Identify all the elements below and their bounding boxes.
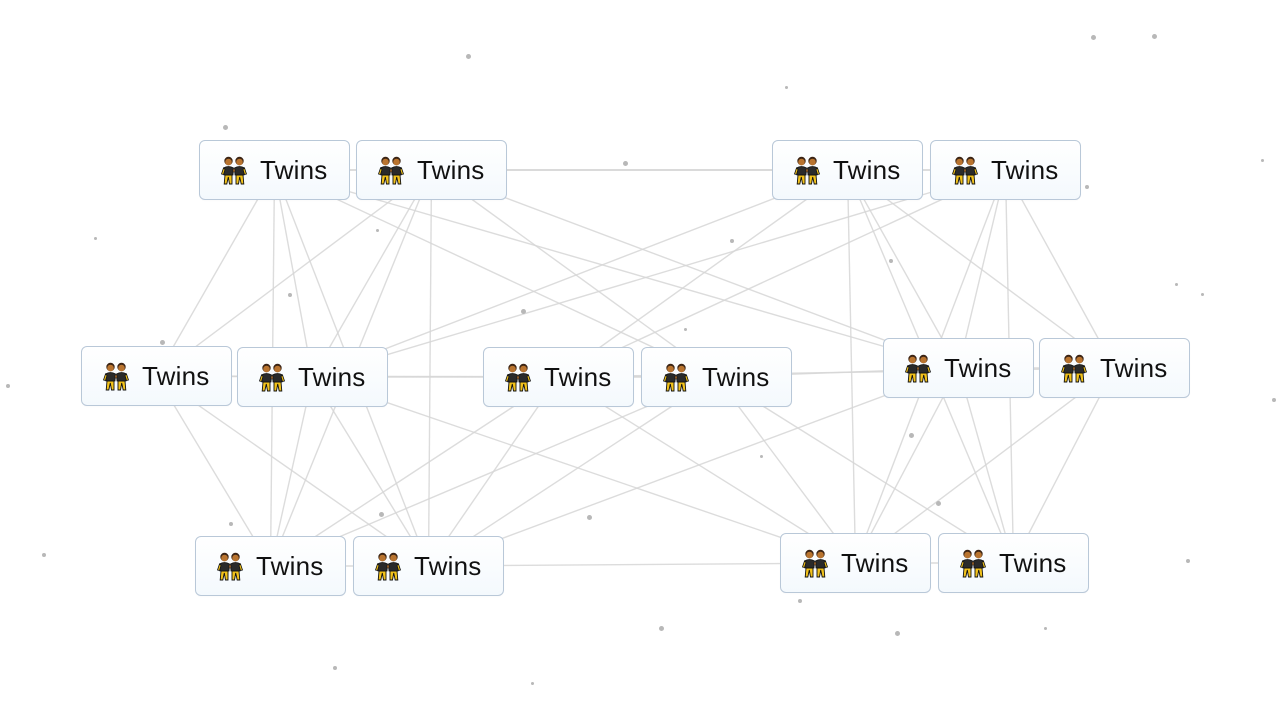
element-tile-twins[interactable]: Twins — [195, 536, 346, 596]
element-tile-twins[interactable]: Twins — [353, 536, 504, 596]
twins-emoji-icon — [377, 156, 405, 185]
background-particle — [375, 228, 379, 232]
background-particle — [333, 666, 337, 670]
background-particle — [1174, 282, 1178, 286]
background-particle — [784, 85, 788, 89]
background-particle — [93, 236, 97, 240]
background-particle — [1043, 626, 1047, 630]
twins-emoji-icon — [102, 362, 130, 391]
element-label: Twins — [417, 154, 485, 185]
twins-emoji-icon — [662, 363, 690, 392]
element-tile-twins[interactable]: Twins — [1039, 338, 1190, 398]
background-particle — [6, 384, 10, 388]
background-particle — [222, 124, 228, 130]
twins-emoji-icon — [801, 549, 829, 578]
element-label: Twins — [414, 550, 482, 581]
connection-line — [846, 169, 857, 564]
background-particle — [1272, 398, 1276, 402]
background-particle — [1085, 185, 1089, 189]
connection-line — [427, 169, 433, 567]
twins-emoji-icon — [793, 156, 821, 185]
background-particle — [520, 308, 526, 314]
background-particle — [908, 432, 914, 438]
connection-line — [274, 169, 717, 378]
background-particle — [622, 160, 628, 166]
element-tile-twins[interactable]: Twins — [356, 140, 507, 200]
element-tile-twins[interactable]: Twins — [780, 533, 931, 593]
background-particle — [1200, 292, 1204, 296]
background-particle — [889, 259, 893, 263]
element-tile-twins[interactable]: Twins — [938, 533, 1089, 593]
element-tile-twins[interactable]: Twins — [930, 140, 1081, 200]
background-particle — [658, 625, 664, 631]
connection-line — [558, 169, 848, 378]
background-particle — [288, 293, 292, 297]
background-particle — [894, 630, 900, 636]
twins-emoji-icon — [220, 156, 248, 185]
background-particle — [1260, 158, 1264, 162]
twins-emoji-icon — [216, 552, 244, 581]
twins-emoji-icon — [504, 363, 532, 392]
background-particle — [683, 327, 687, 331]
element-label: Twins — [702, 361, 770, 392]
background-particle — [1151, 33, 1157, 39]
element-label: Twins — [841, 547, 909, 578]
background-particle — [378, 511, 384, 517]
element-tile-twins[interactable]: Twins — [641, 347, 792, 407]
twins-emoji-icon — [258, 363, 286, 392]
background-particle — [229, 522, 233, 526]
element-label: Twins — [142, 360, 210, 391]
background-particle — [935, 500, 941, 506]
twins-emoji-icon — [904, 354, 932, 383]
element-tile-twins[interactable]: Twins — [237, 347, 388, 407]
element-label: Twins — [298, 361, 366, 392]
element-label: Twins — [991, 154, 1059, 185]
element-label: Twins — [833, 154, 901, 185]
background-particle — [1186, 559, 1190, 563]
background-particle — [730, 239, 734, 243]
element-label: Twins — [1100, 352, 1168, 383]
element-label: Twins — [944, 352, 1012, 383]
twins-emoji-icon — [951, 156, 979, 185]
background-particle — [42, 553, 46, 557]
connection-line — [273, 169, 314, 378]
element-label: Twins — [999, 547, 1067, 578]
element-tile-twins[interactable]: Twins — [81, 346, 232, 406]
twins-emoji-icon — [374, 552, 402, 581]
element-tile-twins[interactable]: Twins — [772, 140, 923, 200]
background-particle — [1090, 34, 1096, 40]
background-particle — [465, 53, 471, 59]
connection-line — [312, 169, 848, 378]
connection-line — [311, 169, 433, 378]
element-tile-twins[interactable]: Twins — [199, 140, 350, 200]
background-particle — [798, 599, 802, 603]
element-tile-twins[interactable]: Twins — [883, 338, 1034, 398]
background-particle — [759, 454, 763, 458]
background-particle — [586, 514, 592, 520]
element-tile-twins[interactable]: Twins — [483, 347, 634, 407]
element-label: Twins — [256, 550, 324, 581]
connection-line — [431, 169, 717, 378]
background-particle — [159, 339, 165, 345]
element-label: Twins — [260, 154, 328, 185]
twins-emoji-icon — [1060, 354, 1088, 383]
crafting-canvas[interactable]: Twins Twins Twins Twins Twins Twins Twin… — [0, 0, 1280, 720]
background-particle — [530, 681, 534, 685]
twins-emoji-icon — [959, 549, 987, 578]
element-label: Twins — [544, 361, 612, 392]
